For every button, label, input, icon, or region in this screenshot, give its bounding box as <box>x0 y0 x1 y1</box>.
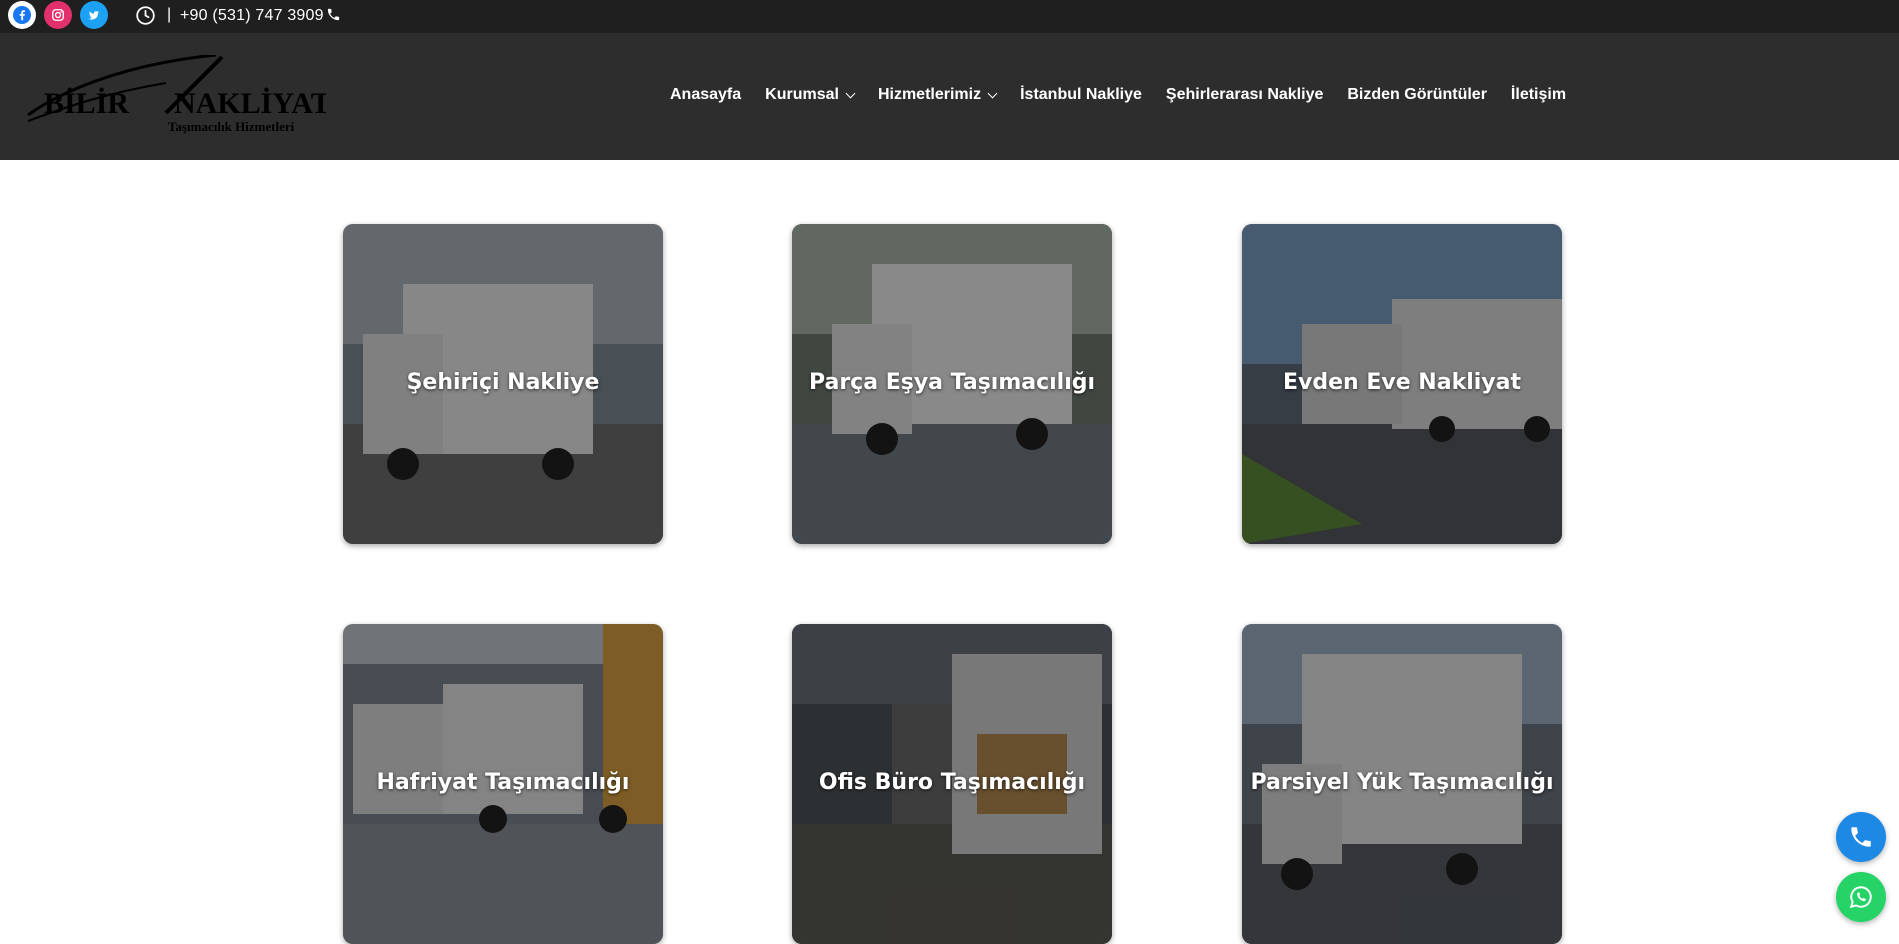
service-card-evden-eve[interactable]: Evden Eve Nakliyat <box>1242 224 1562 544</box>
whatsapp-button[interactable] <box>1836 872 1886 922</box>
nav-bizden-goruntuler[interactable]: Bizden Görüntüler <box>1347 86 1487 104</box>
facebook-icon[interactable] <box>8 1 36 29</box>
nav-sehirlerarasi-nakliye[interactable]: Şehirlerarası Nakliye <box>1166 86 1323 104</box>
service-card-hafriyat[interactable]: Hafriyat Taşımacılığı <box>343 624 663 944</box>
service-title: Parça Eşya Taşımacılığı <box>808 370 1096 395</box>
service-title: Hafriyat Taşımacılığı <box>376 770 630 795</box>
nav-anasayfa[interactable]: Anasayfa <box>670 86 741 104</box>
logo-name: BİLİR <box>44 87 129 120</box>
service-title: Ofis Büro Taşımacılığı <box>818 770 1086 795</box>
separator: | <box>167 6 172 23</box>
chevron-down-icon <box>987 88 998 98</box>
call-button[interactable] <box>1836 812 1886 862</box>
service-title: Parsiyel Yük Taşımacılığı <box>1250 770 1554 795</box>
twitter-icon[interactable] <box>80 1 108 29</box>
service-card-parca-esya[interactable]: Parça Eşya Taşımacılığı <box>792 224 1112 544</box>
nav-iletisim[interactable]: İletişim <box>1511 86 1566 104</box>
phone-icon <box>327 8 340 21</box>
nav-kurumsal[interactable]: Kurumsal <box>765 86 856 104</box>
main-header: BİLİR NAKLİYAT Taşımacılık Hizmetleri An… <box>0 33 1899 160</box>
logo-tagline: Taşımacılık Hizmetleri <box>168 119 295 134</box>
service-title: Şehiriçi Nakliye <box>406 370 600 395</box>
service-card-ofis-buro[interactable]: Ofis Büro Taşımacılığı <box>792 624 1112 944</box>
site-logo[interactable]: BİLİR NAKLİYAT Taşımacılık Hizmetleri <box>26 55 326 143</box>
phone-number[interactable]: +90 (531) 747 3909 <box>180 7 324 25</box>
instagram-icon[interactable] <box>44 1 72 29</box>
main-nav: Anasayfa Kurumsal Hizmetlerimiz İstanbul… <box>670 86 1590 104</box>
service-card-parsiyel-yuk[interactable]: Parsiyel Yük Taşımacılığı <box>1242 624 1562 944</box>
nav-istanbul-nakliye[interactable]: İstanbul Nakliye <box>1020 86 1142 104</box>
nav-hizmetlerimiz[interactable]: Hizmetlerimiz <box>878 86 998 104</box>
service-card-sehirici[interactable]: Şehiriçi Nakliye <box>343 224 663 544</box>
chevron-down-icon <box>845 88 856 98</box>
logo-name2: NAKLİYAT <box>174 87 326 120</box>
service-title: Evden Eve Nakliyat <box>1283 370 1521 395</box>
phone-icon <box>1851 827 1871 847</box>
top-bar: | +90 (531) 747 3909 <box>0 0 1899 33</box>
clock-icon <box>136 6 155 25</box>
whatsapp-icon <box>1849 886 1872 909</box>
